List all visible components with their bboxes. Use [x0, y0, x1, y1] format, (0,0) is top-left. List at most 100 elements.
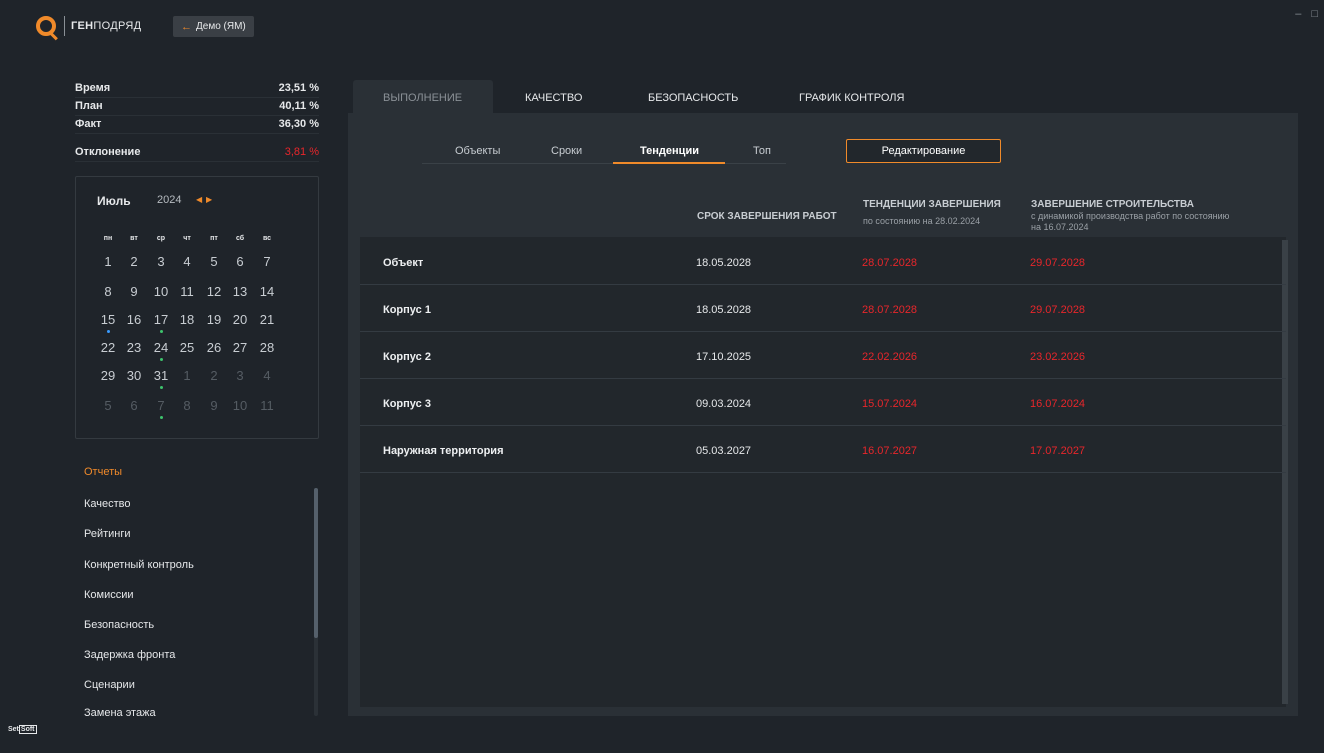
setsoft-logo: Set Soft	[8, 725, 37, 734]
calendar-day[interactable]: 3	[150, 254, 172, 269]
top-bar: ГЕНПОДРЯД ← Демо (ЯМ)	[0, 0, 1324, 54]
calendar-day[interactable]: 11	[256, 398, 278, 413]
tab-quality[interactable]: КАЧЕСТВО	[525, 92, 582, 104]
calendar-day[interactable]: 18	[176, 312, 198, 327]
stat-label: Время	[75, 82, 111, 94]
calendar-day[interactable]: 23	[123, 340, 145, 355]
header-trend-sub: по состоянию на 28.02.2024	[863, 216, 981, 226]
event-dot-icon	[160, 330, 163, 333]
subtab-objects[interactable]: Объекты	[455, 145, 500, 157]
row-trend: 28.07.2028	[862, 257, 918, 269]
calendar-day[interactable]: 16	[123, 312, 145, 327]
calendar-day[interactable]: 4	[256, 368, 278, 383]
brand-rest: ПОДРЯД	[93, 20, 142, 32]
row-deadline: 17.10.2025	[696, 351, 752, 363]
row-name: Корпус 3	[383, 398, 431, 410]
calendar-day[interactable]: 6	[229, 254, 251, 269]
calendar-month[interactable]: Июль	[97, 194, 131, 208]
calendar-day[interactable]: 5	[203, 254, 225, 269]
calendar-day[interactable]: 14	[256, 284, 278, 299]
table-row[interactable]: Корпус 2 17.10.2025 22.02.2026 23.02.202…	[360, 332, 1286, 379]
dow-label: ср	[156, 235, 166, 242]
tab-safety[interactable]: БЕЗОПАСНОСТЬ	[648, 92, 738, 104]
subtab-trends[interactable]: Тенденции	[640, 145, 699, 157]
calendar-day[interactable]: 15	[97, 312, 119, 327]
back-project-button[interactable]: ← Демо (ЯМ)	[173, 16, 254, 37]
header-trend: ТЕНДЕНЦИИ ЗАВЕРШЕНИЯ	[863, 199, 1001, 210]
menu-item-ratings[interactable]: Рейтинги	[84, 528, 131, 540]
table-row[interactable]: Наружная территория 05.03.2027 16.07.202…	[360, 426, 1286, 473]
scrollbar-thumb[interactable]	[314, 488, 318, 638]
calendar-day[interactable]: 22	[97, 340, 119, 355]
calendar-day[interactable]: 8	[176, 398, 198, 413]
calendar-day[interactable]: 19	[203, 312, 225, 327]
row-name: Корпус 2	[383, 351, 431, 363]
calendar-day[interactable]: 9	[203, 398, 225, 413]
dow-label: пн	[103, 235, 113, 242]
calendar-day[interactable]: 20	[229, 312, 251, 327]
calendar-day[interactable]: 7	[256, 254, 278, 269]
calendar-day[interactable]: 11	[176, 284, 198, 299]
menu-item-floor-replacement[interactable]: Замена этажа	[84, 707, 156, 719]
calendar-day[interactable]: 31	[150, 368, 172, 383]
menu-item-safety[interactable]: Безопасность	[84, 619, 154, 631]
tab-control-schedule[interactable]: ГРАФИК КОНТРОЛЯ	[799, 92, 904, 104]
dow-label: вс	[262, 235, 272, 242]
header-completion-sub2: на 16.07.2024	[1031, 222, 1089, 232]
stat-deviation: Отклонение 3,81 %	[75, 144, 319, 162]
logo-box: Soft	[18, 725, 37, 734]
calendar-day[interactable]: 30	[123, 368, 145, 383]
calendar-day[interactable]: 17	[150, 312, 172, 327]
tab-execution[interactable]: ВЫПОЛНЕНИЕ	[383, 92, 462, 104]
calendar-day[interactable]: 27	[229, 340, 251, 355]
row-deadline: 18.05.2028	[696, 304, 752, 316]
row-completion: 23.02.2026	[1030, 351, 1086, 363]
calendar-day[interactable]: 2	[203, 368, 225, 383]
row-completion: 16.07.2024	[1030, 398, 1086, 410]
sidebar-scrollbar[interactable]	[314, 488, 318, 716]
calendar-day[interactable]: 21	[256, 312, 278, 327]
stat-value: 23,51 %	[278, 82, 319, 94]
calendar-day[interactable]: 1	[176, 368, 198, 383]
calendar-day[interactable]: 10	[229, 398, 251, 413]
menu-item-quality[interactable]: Качество	[84, 498, 131, 510]
subtab-top[interactable]: Топ	[753, 145, 771, 157]
calendar-day[interactable]: 4	[176, 254, 198, 269]
dow-label: сб	[235, 235, 245, 242]
calendar-day[interactable]: 24	[150, 340, 172, 355]
calendar-day[interactable]: 25	[176, 340, 198, 355]
table-row[interactable]: Корпус 1 18.05.2028 28.07.2028 29.07.202…	[360, 285, 1286, 332]
row-name: Наружная территория	[383, 445, 504, 457]
calendar-day[interactable]: 29	[97, 368, 119, 383]
calendar-day[interactable]: 9	[123, 284, 145, 299]
calendar-day[interactable]: 26	[203, 340, 225, 355]
subtab-deadlines[interactable]: Сроки	[551, 145, 582, 157]
calendar-day[interactable]: 28	[256, 340, 278, 355]
header-completion-sub: с динамикой производства работ по состоя…	[1031, 211, 1230, 221]
edit-button[interactable]: Редактирование	[846, 139, 1001, 163]
calendar-day[interactable]: 5	[97, 398, 119, 413]
menu-item-commissions[interactable]: Комиссии	[84, 589, 134, 601]
calendar-year[interactable]: 2024	[157, 194, 181, 206]
calendar-day[interactable]: 10	[150, 284, 172, 299]
calendar-day[interactable]: 2	[123, 254, 145, 269]
row-deadline: 18.05.2028	[696, 257, 752, 269]
calendar-day[interactable]: 7	[150, 398, 172, 413]
calendar-day[interactable]: 6	[123, 398, 145, 413]
menu-item-front-delay[interactable]: Задержка фронта	[84, 649, 175, 661]
row-trend: 16.07.2027	[862, 445, 918, 457]
calendar-day[interactable]: 12	[203, 284, 225, 299]
calendar-day[interactable]: 13	[229, 284, 251, 299]
menu-item-scenarios[interactable]: Сценарии	[84, 679, 135, 691]
stat-value: 3,81 %	[284, 146, 319, 158]
next-month-icon[interactable]: ▶	[206, 195, 212, 204]
row-completion: 29.07.2028	[1030, 257, 1086, 269]
row-trend: 15.07.2024	[862, 398, 918, 410]
calendar-day[interactable]: 3	[229, 368, 251, 383]
calendar-day[interactable]: 8	[97, 284, 119, 299]
table-row[interactable]: Корпус 3 09.03.2024 15.07.2024 16.07.202…	[360, 379, 1286, 426]
menu-item-specific-control[interactable]: Конкретный контроль	[84, 559, 194, 571]
prev-month-icon[interactable]: ◀	[196, 195, 202, 204]
table-row[interactable]: Объект 18.05.2028 28.07.2028 29.07.2028	[360, 238, 1286, 285]
calendar-day[interactable]: 1	[97, 254, 119, 269]
